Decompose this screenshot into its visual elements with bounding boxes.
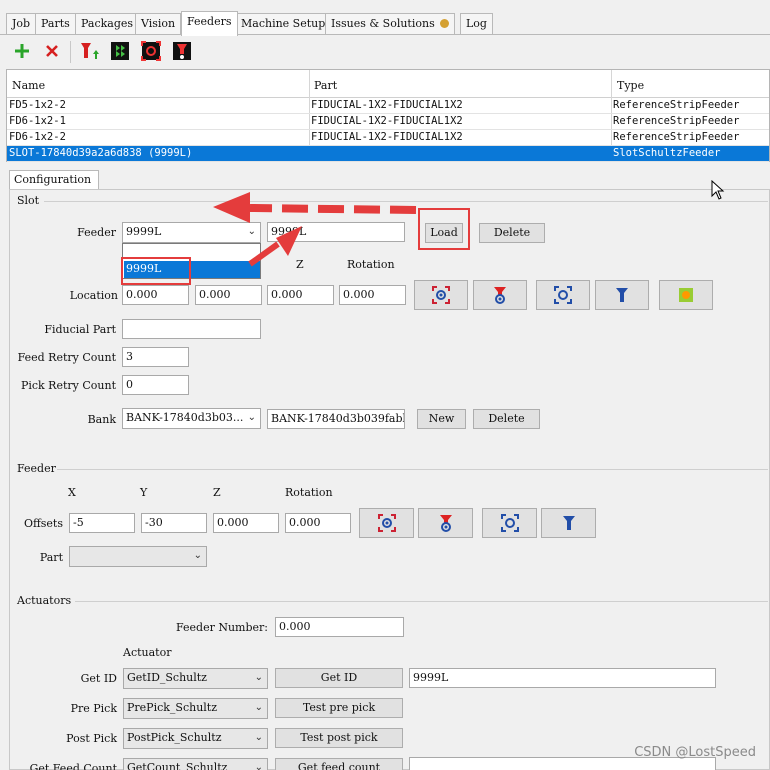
annotation-arrows-icon [213,192,417,267]
mouse-cursor-icon [711,179,725,203]
